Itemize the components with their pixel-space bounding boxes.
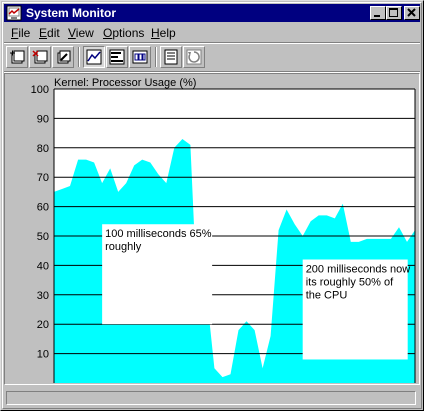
y-tick-label: 60 [37, 202, 49, 214]
annotation-text: its roughly 50% of [306, 277, 394, 289]
edit-counter-icon [57, 50, 71, 64]
menu-options-label: ptions [112, 26, 145, 40]
toolbar-separator [78, 47, 80, 67]
histogram-view-button[interactable] [106, 46, 128, 68]
minimize-button[interactable] [370, 6, 386, 20]
close-button[interactable] [404, 6, 420, 20]
menu-edit-label: dit [47, 26, 60, 40]
menu-help[interactable]: Help [151, 26, 176, 40]
menu-edit[interactable]: Edit [39, 26, 60, 40]
y-tick-label: 20 [37, 319, 49, 331]
clear-display-button[interactable] [160, 46, 182, 68]
minimize-icon [374, 15, 380, 17]
menu-view-label: iew [75, 26, 94, 40]
annotation-text: 200 milliseconds now [306, 264, 411, 276]
system-monitor-window: System Monitor File Edit View Options He… [0, 0, 424, 411]
system-monitor-app-icon[interactable] [6, 5, 22, 21]
toolbar-separator [155, 47, 157, 67]
numeric-display-icon [132, 50, 148, 64]
toolbar [4, 45, 420, 71]
chart-title: Kernel: Processor Usage (%) [54, 77, 196, 89]
y-tick-label: 90 [37, 113, 49, 125]
menu-help-label: elp [159, 26, 176, 40]
y-tick-label: 100 [31, 84, 49, 96]
edit-counter-button[interactable] [52, 46, 74, 68]
annotation-text: 100 milliseconds 65% [105, 228, 212, 240]
menu-bar: File Edit View Options Help [4, 23, 420, 42]
status-field [6, 391, 416, 405]
menu-options[interactable]: Options [103, 26, 144, 40]
menu-help-accelerator: H [151, 26, 160, 40]
y-tick-label: 50 [37, 231, 49, 243]
processor-usage-chart: 10 20 30 40 50 60 70 80 90 100 Kernel: Processor U… [31, 77, 416, 383]
menu-edit-accelerator: E [39, 26, 48, 40]
clear-display-icon [164, 49, 178, 65]
status-bar [4, 389, 420, 407]
add-counter-button[interactable] [6, 46, 28, 68]
bar-chart-icon [109, 49, 125, 65]
annotation-text: the CPU [306, 290, 348, 302]
add-counter-icon [10, 50, 25, 64]
window-title: System Monitor [26, 6, 117, 20]
chart-view-button[interactable] [83, 46, 105, 68]
y-tick-label: 30 [37, 290, 49, 302]
y-tick-label: 10 [37, 349, 49, 361]
update-now-button[interactable] [183, 46, 205, 68]
maximize-icon [389, 8, 398, 17]
line-chart-icon [86, 49, 102, 65]
menu-view[interactable]: View [68, 26, 94, 40]
maximize-button[interactable] [386, 6, 402, 20]
menu-view-accelerator: V [68, 26, 76, 40]
title-bar[interactable]: System Monitor [4, 4, 420, 22]
y-tick-label: 70 [37, 172, 49, 184]
y-tick-label: 40 [37, 260, 49, 272]
update-now-icon [186, 49, 202, 65]
menu-file-label: ile [18, 26, 31, 40]
menu-options-accelerator: O [103, 26, 113, 40]
menu-file[interactable]: File [11, 26, 30, 40]
close-icon [407, 8, 416, 17]
report-view-button[interactable] [129, 46, 151, 68]
annotation-text: roughly [105, 241, 142, 253]
remove-counter-icon [32, 50, 48, 64]
chart-panel: 10 20 30 40 50 60 70 80 90 100 Kernel: Processor U… [4, 73, 420, 385]
remove-counter-button[interactable] [29, 46, 51, 68]
y-tick-label: 80 [37, 143, 49, 155]
menu-separator [4, 42, 420, 44]
